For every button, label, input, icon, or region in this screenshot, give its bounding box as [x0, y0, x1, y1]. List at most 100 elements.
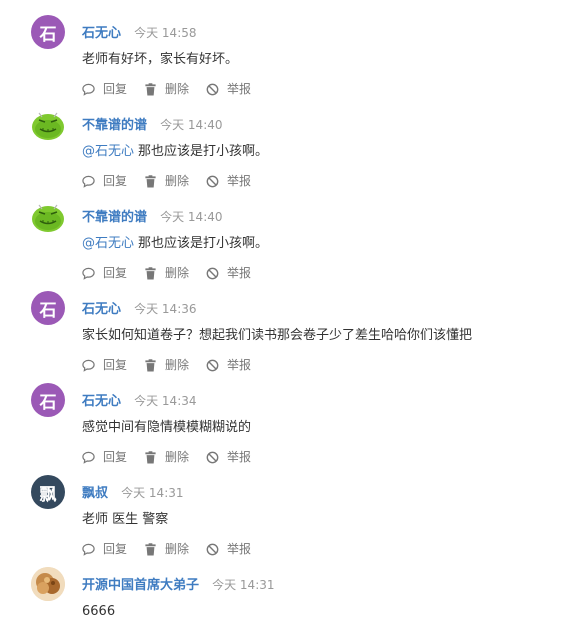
speech-bubble-icon [82, 83, 95, 96]
delete-button[interactable]: 删除 [144, 356, 189, 374]
delete-label: 删除 [165, 82, 190, 96]
prohibited-icon [206, 267, 219, 279]
trash-icon [145, 82, 156, 96]
speech-bubble-icon [82, 267, 95, 280]
reply-label: 回复 [103, 82, 128, 96]
comment-text: 家长如何知道卷子？想起我们读书那会卷子少了差生哈哈你们该懂把 [82, 325, 472, 347]
comment-body: 老师有好坏，家长有好坏。 [82, 52, 239, 67]
delete-button[interactable]: 删除 [144, 540, 189, 558]
prohibited-icon [206, 543, 219, 555]
comment-time: 今天 14:31 [121, 486, 184, 500]
report-label: 举报 [227, 358, 252, 372]
reply-button[interactable]: 回复 [82, 448, 127, 466]
comment-text: 老师 医生 警察 [82, 509, 168, 531]
author-name[interactable]: 石无心 [82, 394, 121, 409]
delete-button[interactable]: 删除 [144, 264, 189, 282]
delete-label: 删除 [165, 266, 190, 280]
comment-meta: 不靠谱的谱 今天 14:40 [82, 206, 223, 226]
author-name[interactable]: 飘叔 [82, 486, 108, 501]
comment-time: 今天 14:34 [134, 394, 197, 408]
comment-meta: 石无心 今天 14:36 [82, 298, 197, 318]
author-name[interactable]: 石无心 [82, 26, 121, 41]
avatar[interactable] [31, 567, 65, 601]
avatar-letter: 石 [39, 24, 57, 45]
comment-actions: 回复 删除 举报 [82, 172, 268, 190]
reply-label: 回复 [103, 174, 128, 188]
avatar[interactable] [31, 107, 65, 141]
reply-button[interactable]: 回复 [82, 540, 127, 558]
comment-body: 老师 医生 警察 [82, 512, 169, 527]
report-button[interactable]: 举报 [206, 172, 251, 190]
prohibited-icon [206, 451, 219, 463]
comment-time: 今天 14:31 [212, 578, 275, 592]
comment-actions: 回复 删除 举报 [82, 448, 268, 466]
report-button[interactable]: 举报 [206, 356, 251, 374]
author-name[interactable]: 不靠谱的谱 [82, 210, 147, 225]
comment-body: 6666 [82, 604, 116, 619]
comment-time: 今天 14:40 [160, 118, 223, 132]
author-name[interactable]: 开源中国首席大弟子 [82, 578, 199, 593]
green-face-icon [32, 112, 64, 140]
trash-icon [145, 358, 156, 372]
avatar-letter: 石 [39, 392, 57, 413]
report-button[interactable]: 举报 [206, 540, 251, 558]
avatar[interactable]: 石 [31, 383, 65, 417]
report-label: 举报 [227, 82, 252, 96]
author-name[interactable]: 不靠谱的谱 [82, 118, 147, 133]
avatar-letter: 飘 [39, 484, 57, 505]
comment-time: 今天 14:58 [134, 26, 197, 40]
report-button[interactable]: 举报 [206, 448, 251, 466]
delete-label: 删除 [165, 450, 190, 464]
comment-item: 开源中国首席大弟子 今天 14:31 6666 [0, 567, 588, 627]
report-label: 举报 [227, 174, 252, 188]
comment-meta: 飘叔 今天 14:31 [82, 482, 184, 502]
mention-link[interactable]: @石无心 [82, 144, 134, 159]
reply-button[interactable]: 回复 [82, 80, 127, 98]
comment-actions: 回复 删除 举报 [82, 356, 268, 374]
reply-label: 回复 [103, 450, 128, 464]
comment-body: 家长如何知道卷子？想起我们读书那会卷子少了差生哈哈你们该懂把 [82, 328, 473, 343]
avatar[interactable] [31, 199, 65, 233]
comment-item: 不靠谱的谱 今天 14:40 @石无心 那也应该是打小孩啊。 回复 删除 举报 [0, 199, 588, 291]
comment-text: 感觉中间有隐情模模糊糊说的 [82, 417, 251, 439]
comment-item: 石 石无心 今天 14:58 老师有好坏，家长有好坏。 回复 删除 举报 [0, 15, 588, 107]
prohibited-icon [206, 359, 219, 371]
delete-button[interactable]: 删除 [144, 448, 189, 466]
reply-button[interactable]: 回复 [82, 172, 127, 190]
trash-icon [145, 450, 156, 464]
mention-link[interactable]: @石无心 [82, 236, 134, 251]
comment-body: 感觉中间有隐情模模糊糊说的 [82, 420, 252, 435]
avatar[interactable]: 飘 [31, 475, 65, 509]
comment-item: 石 石无心 今天 14:36 家长如何知道卷子？想起我们读书那会卷子少了差生哈哈… [0, 291, 588, 383]
comment-actions: 回复 删除 举报 [82, 264, 268, 282]
delete-button[interactable]: 删除 [144, 172, 189, 190]
comment-body: 那也应该是打小孩啊。 [138, 144, 269, 159]
comment-meta: 石无心 今天 14:34 [82, 390, 197, 410]
avatar[interactable]: 石 [31, 291, 65, 325]
comment-meta: 开源中国首席大弟子 今天 14:31 [82, 574, 275, 594]
reply-button[interactable]: 回复 [82, 356, 127, 374]
comment-item: 石 石无心 今天 14:34 感觉中间有隐情模模糊糊说的 回复 删除 举报 [0, 383, 588, 475]
report-label: 举报 [227, 266, 252, 280]
author-name[interactable]: 石无心 [82, 302, 121, 317]
delete-label: 删除 [165, 358, 190, 372]
comment-time: 今天 14:40 [160, 210, 223, 224]
speech-bubble-icon [82, 543, 95, 556]
delete-label: 删除 [165, 542, 190, 556]
food-photo-icon [31, 567, 65, 601]
report-button[interactable]: 举报 [206, 264, 251, 282]
comment-time: 今天 14:36 [134, 302, 197, 316]
comment-meta: 不靠谱的谱 今天 14:40 [82, 114, 223, 134]
report-button[interactable]: 举报 [206, 80, 251, 98]
speech-bubble-icon [82, 451, 95, 464]
report-label: 举报 [227, 450, 252, 464]
reply-button[interactable]: 回复 [82, 264, 127, 282]
delete-button[interactable]: 删除 [144, 80, 189, 98]
comment-item: 不靠谱的谱 今天 14:40 @石无心 那也应该是打小孩啊。 回复 删除 举报 [0, 107, 588, 199]
reply-label: 回复 [103, 542, 128, 556]
reply-label: 回复 [103, 266, 128, 280]
avatar[interactable]: 石 [31, 15, 65, 49]
comment-text: @石无心 那也应该是打小孩啊。 [82, 141, 268, 163]
speech-bubble-icon [82, 359, 95, 372]
comment-text: 老师有好坏，家长有好坏。 [82, 49, 238, 71]
